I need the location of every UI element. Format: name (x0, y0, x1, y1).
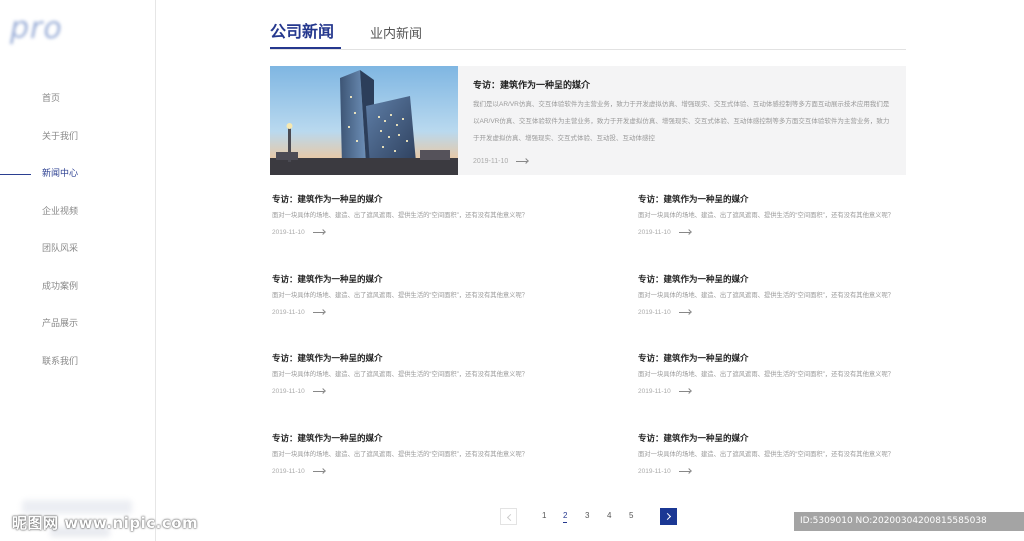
featured-date: 2019-11-10 (473, 158, 509, 165)
featured-description: 我们是以AR/VR仿真、交互体验软件为主营业务，致力于开发虚拟仿真、增强现实、交… (473, 101, 890, 142)
news-description: 面对一块具体的场地、建造、出了遮风遮雨、提供生活的“空间面积”，还有没有其他意义… (272, 212, 529, 219)
sidebar-item-cases[interactable]: 成功案例 (0, 268, 156, 306)
page-2[interactable]: 2 (563, 510, 568, 523)
news-date: 2019-11-10 (272, 309, 305, 316)
sidebar-item-team[interactable]: 团队风采 (0, 230, 156, 268)
news-item[interactable]: 专访：建筑作为一种呈的媒介 面对一块具体的场地、建造、出了遮风遮雨、提供生活的“… (270, 351, 540, 411)
sidebar-item-news[interactable]: 新闻中心 (0, 155, 156, 193)
news-item[interactable]: 专访：建筑作为一种呈的媒介 面对一块具体的场地、建造、出了遮风遮雨、提供生活的“… (270, 272, 540, 332)
news-date: 2019-11-10 (272, 468, 305, 475)
tab-industry-news[interactable]: 业内新闻 (370, 23, 422, 42)
arrow-right-icon[interactable] (312, 388, 325, 394)
news-description: 面对一块具体的场地、建造、出了遮风遮雨、提供生活的“空间面积”，还有没有其他意义… (638, 451, 895, 458)
news-date: 2019-11-10 (272, 388, 305, 395)
arrow-right-icon[interactable] (678, 309, 691, 315)
news-meta: 2019-11-10 (270, 228, 540, 238)
sidebar: pro 首页 关于我们 新闻中心 企业视频 团队风采 成功案例 产品展示 联系我… (0, 0, 156, 541)
featured-title[interactable]: 专访：建筑作为一种呈的媒介 (473, 78, 893, 92)
news-title[interactable]: 专访：建筑作为一种呈的媒介 (636, 192, 906, 206)
news-description: 面对一块具体的场地、建造、出了遮风遮雨、提供生活的“空间面积”，还有没有其他意义… (272, 292, 529, 299)
news-date: 2019-11-10 (638, 468, 671, 475)
watermark-id: ID:5309010 NO:20200304200815585038 (794, 512, 1024, 531)
arrow-right-icon[interactable] (312, 309, 325, 315)
sidebar-item-contact[interactable]: 联系我们 (0, 343, 156, 381)
next-page-button[interactable] (660, 508, 677, 525)
page-3[interactable]: 3 (585, 510, 589, 522)
news-date: 2019-11-10 (638, 388, 671, 395)
news-item[interactable]: 专访：建筑作为一种呈的媒介 面对一块具体的场地、建造、出了遮风遮雨、提供生活的“… (636, 272, 906, 332)
news-meta: 2019-11-10 (636, 308, 906, 318)
news-title[interactable]: 专访：建筑作为一种呈的媒介 (636, 351, 906, 365)
sidebar-nav: 首页 关于我们 新闻中心 企业视频 团队风采 成功案例 产品展示 联系我们 (0, 80, 156, 380)
news-meta: 2019-11-10 (270, 387, 540, 397)
logo[interactable]: pro (10, 14, 140, 44)
news-item[interactable]: 专访：建筑作为一种呈的媒介 面对一块具体的场地、建造、出了遮风遮雨、提供生活的“… (636, 431, 906, 491)
page-1[interactable]: 1 (542, 510, 546, 522)
news-item[interactable]: 专访：建筑作为一种呈的媒介 面对一块具体的场地、建造、出了遮风遮雨、提供生活的“… (270, 192, 540, 252)
featured-body: 专访：建筑作为一种呈的媒介 我们是以AR/VR仿真、交互体验软件为主营业务，致力… (473, 78, 893, 167)
watermark-site: 昵图网 www.nipic.com (12, 514, 199, 532)
sidebar-item-home[interactable]: 首页 (0, 80, 156, 118)
page-5[interactable]: 5 (629, 510, 633, 522)
arrow-right-icon[interactable] (678, 229, 691, 235)
sidebar-item-products[interactable]: 产品展示 (0, 305, 156, 343)
prev-page-button[interactable] (500, 508, 517, 525)
news-description: 面对一块具体的场地、建造、出了遮风遮雨、提供生活的“空间面积”，还有没有其他意义… (272, 451, 529, 458)
sidebar-item-video[interactable]: 企业视频 (0, 193, 156, 231)
news-date: 2019-11-10 (638, 229, 671, 236)
arrow-right-icon[interactable] (678, 468, 691, 474)
news-item[interactable]: 专访：建筑作为一种呈的媒介 面对一块具体的场地、建造、出了遮风遮雨、提供生活的“… (636, 351, 906, 411)
news-meta: 2019-11-10 (636, 228, 906, 238)
news-date: 2019-11-10 (638, 309, 671, 316)
news-meta: 2019-11-10 (270, 467, 540, 477)
news-item[interactable]: 专访：建筑作为一种呈的媒介 面对一块具体的场地、建造、出了遮风遮雨、提供生活的“… (270, 431, 540, 491)
news-item[interactable]: 专访：建筑作为一种呈的媒介 面对一块具体的场地、建造、出了遮风遮雨、提供生活的“… (636, 192, 906, 252)
news-description: 面对一块具体的场地、建造、出了遮风遮雨、提供生活的“空间面积”，还有没有其他意义… (638, 212, 895, 219)
featured-meta: 2019-11-10 (473, 157, 893, 167)
arrow-right-icon[interactable] (678, 388, 691, 394)
arrow-right-icon[interactable] (312, 468, 325, 474)
sidebar-item-about[interactable]: 关于我们 (0, 118, 156, 156)
news-description: 面对一块具体的场地、建造、出了遮风遮雨、提供生活的“空间面积”，还有没有其他意义… (638, 292, 895, 299)
tab-company-news[interactable]: 公司新闻 (270, 18, 342, 49)
news-meta: 2019-11-10 (636, 387, 906, 397)
featured-image (270, 66, 458, 175)
news-description: 面对一块具体的场地、建造、出了遮风遮雨、提供生活的“空间面积”，还有没有其他意义… (272, 371, 529, 378)
page-4[interactable]: 4 (607, 510, 611, 522)
news-title[interactable]: 专访：建筑作为一种呈的媒介 (636, 431, 906, 445)
news-date: 2019-11-10 (272, 229, 305, 236)
news-title[interactable]: 专访：建筑作为一种呈的媒介 (636, 272, 906, 286)
logo-text: pro (10, 11, 63, 46)
news-title[interactable]: 专访：建筑作为一种呈的媒介 (270, 272, 540, 286)
news-meta: 2019-11-10 (636, 467, 906, 477)
news-title[interactable]: 专访：建筑作为一种呈的媒介 (270, 192, 540, 206)
featured-news-card[interactable]: 专访：建筑作为一种呈的媒介 我们是以AR/VR仿真、交互体验软件为主营业务，致力… (270, 66, 906, 175)
news-title[interactable]: 专访：建筑作为一种呈的媒介 (270, 351, 540, 365)
news-tabs: 公司新闻 业内新闻 (270, 14, 906, 50)
building-photo (270, 66, 458, 175)
arrow-right-icon[interactable] (312, 229, 325, 235)
news-title[interactable]: 专访：建筑作为一种呈的媒介 (270, 431, 540, 445)
news-meta: 2019-11-10 (270, 308, 540, 318)
arrow-right-icon[interactable] (516, 158, 528, 164)
news-description: 面对一块具体的场地、建造、出了遮风遮雨、提供生活的“空间面积”，还有没有其他意义… (638, 371, 895, 378)
